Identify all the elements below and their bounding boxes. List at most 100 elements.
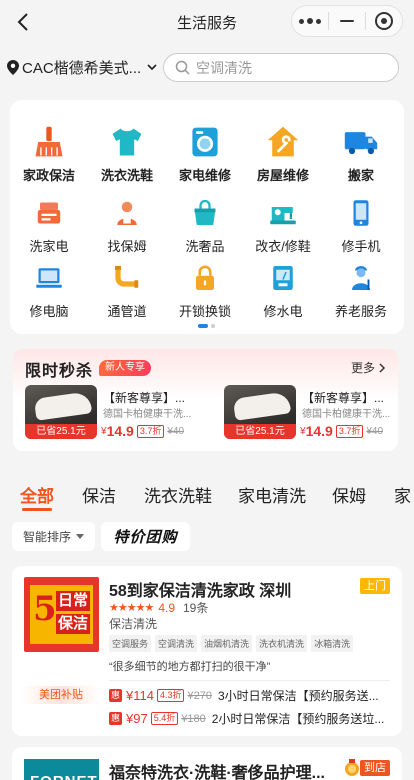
category-housekeeping[interactable]: 家政保洁: [10, 122, 88, 184]
pipe-icon: [107, 258, 147, 298]
mini-program-capsule: [291, 5, 403, 37]
luxury-bag-icon: [185, 193, 225, 233]
flash-deal-card[interactable]: 已省25.1元 【新客尊享】... 德国卡柏健康干洗... ¥ 14.9 3.7…: [224, 385, 404, 445]
close-program-button[interactable]: [366, 6, 402, 36]
saved-amount: 已省25.1元: [25, 424, 97, 439]
shop-card[interactable]: FORNET 福奈特洗衣·洗鞋·奢侈品护理... 到店: [12, 747, 402, 780]
category-label: 开锁换锁: [178, 304, 231, 319]
category-label: 找保姆: [107, 239, 147, 254]
location-pin-icon: [7, 60, 19, 75]
deal-title: 2小时日常保洁【预约服务送垃...: [211, 712, 385, 726]
location-selector[interactable]: CAC楷德希美式...: [7, 57, 160, 78]
tab-cleaning[interactable]: 保洁: [82, 482, 116, 507]
search-input[interactable]: 空调清洗: [163, 53, 399, 82]
caret-down-icon: [76, 534, 84, 539]
appliance-clean-icon: [29, 193, 69, 233]
category-label: 改衣/修鞋: [255, 239, 311, 254]
sort-label: 智能排序: [22, 530, 71, 544]
flash-sale-section: 限时秒杀 新人专享 更多 已省25.1元 【新客尊享】... 德国卡柏健康干洗.…: [13, 349, 398, 451]
door-service-tag: 上门: [360, 578, 390, 594]
category-tailor[interactable]: 改衣/修鞋: [244, 193, 322, 255]
shop-deal-row[interactable]: 惠 ¥114 4.3折 ¥270 3小时日常保洁【预约服务送...: [109, 687, 379, 704]
flash-sale-more-link[interactable]: 更多: [351, 359, 386, 376]
shop-logo: 5 日常 保洁: [24, 577, 99, 652]
category-label: 修水电: [263, 304, 303, 319]
category-tabs: 全部 保洁 洗衣洗鞋 家电清洗 保姆 家: [0, 478, 414, 514]
shop-deal-row[interactable]: 惠 ¥97 5.4折 ¥180 2小时日常保洁【预约服务送垃...: [109, 710, 384, 727]
category-label: 修电脑: [29, 304, 69, 319]
chevron-down-icon: [147, 64, 157, 71]
shop-rating: ★★★★★ 4.9 19条: [109, 599, 208, 616]
category-pipe-unclog[interactable]: 通管道: [88, 258, 166, 320]
category-label: 洗奢品: [185, 239, 225, 254]
group-buy-filter[interactable]: 特价团购: [101, 522, 190, 551]
shop-card[interactable]: 5 日常 保洁 58到家保洁清洗家政 深圳 上门 ★★★★★ 4.9 19条 保…: [12, 566, 402, 736]
deal-subtitle: 德国卡柏健康干洗...: [103, 409, 192, 420]
shop-category: 保洁清洗: [109, 617, 158, 631]
deal-thumbnail: 已省25.1元: [224, 385, 296, 439]
deal-subtitle: 德国卡柏健康干洗...: [302, 409, 391, 420]
category-phone-repair[interactable]: 修手机: [322, 193, 400, 255]
lock-icon: [185, 258, 225, 298]
tab-laundry[interactable]: 洗衣洗鞋: [144, 482, 212, 507]
category-nanny[interactable]: 找保姆: [88, 193, 166, 255]
tab-all[interactable]: 全部: [20, 482, 54, 507]
search-placeholder: 空调清洗: [196, 59, 252, 76]
deal-price: 14.9: [106, 423, 134, 439]
new-user-badge: 新人专享: [99, 360, 151, 376]
discount-badge: 惠: [109, 712, 122, 725]
deal-title: 3小时日常保洁【预约服务送...: [217, 689, 379, 703]
in-store-tag: 到店: [360, 760, 390, 776]
category-label: 搬家: [347, 168, 374, 183]
phone-icon: [341, 193, 381, 233]
saved-amount: 已省25.1元: [224, 424, 296, 439]
shop-name: 福奈特洗衣·洗鞋·奢侈品护理...: [109, 765, 325, 780]
active-tab-indicator: [22, 508, 52, 511]
category-locksmith[interactable]: 开锁换锁: [166, 258, 244, 320]
flash-deal-card[interactable]: 已省25.1元 【新客尊享】... 德国卡柏健康干洗... ¥ 14.9 3.7…: [25, 385, 205, 445]
service-chip: 冰箱清洗: [311, 635, 354, 652]
target-icon: [375, 12, 393, 30]
deal-name: 【新客尊享】...: [302, 391, 385, 405]
category-moving[interactable]: 搬家: [322, 122, 400, 184]
category-label: 通管道: [107, 304, 147, 319]
category-appliance-repair[interactable]: 家电维修: [166, 122, 244, 184]
review-count: 19条: [183, 601, 209, 615]
discount-tag: 4.3折: [156, 689, 185, 702]
rating-value: 4.9: [158, 600, 175, 615]
category-label: 家电维修: [178, 168, 231, 183]
original-price: ¥180: [181, 712, 206, 725]
category-plumbing-electric[interactable]: 修水电: [244, 258, 322, 320]
truck-icon: [341, 122, 381, 162]
meter-icon: [263, 258, 303, 298]
tab-nanny[interactable]: 保姆: [332, 482, 366, 507]
tab-more[interactable]: 家: [394, 482, 411, 507]
sort-dropdown[interactable]: 智能排序: [12, 522, 95, 551]
computer-icon: [29, 258, 69, 298]
minimize-button[interactable]: [329, 6, 365, 36]
discount-tag: 5.4折: [150, 712, 179, 725]
logo-text: 日常: [56, 591, 90, 611]
category-label: 修手机: [341, 239, 381, 254]
more-dots-icon: [299, 18, 321, 24]
category-grid: 家政保洁 洗衣洗鞋 家电维修 房屋维修 搬家 洗家电 找保姆 洗奢品 改衣/修鞋…: [10, 100, 404, 334]
more-label: 更多: [350, 361, 375, 375]
category-laundry[interactable]: 洗衣洗鞋: [88, 122, 166, 184]
deal-price: ¥114: [126, 688, 154, 703]
deal-thumbnail: 已省25.1元: [25, 385, 97, 439]
category-luxury-clean[interactable]: 洗奢品: [166, 193, 244, 255]
category-appliance-clean[interactable]: 洗家电: [10, 193, 88, 255]
search-icon: [175, 60, 190, 75]
discount-tag: 3.7折: [335, 424, 364, 438]
deal-name: 【新客尊享】...: [103, 391, 186, 405]
tab-appliance-clean[interactable]: 家电清洗: [238, 482, 306, 507]
category-house-repair[interactable]: 房屋维修: [244, 122, 322, 184]
more-menu-button[interactable]: [292, 6, 328, 36]
category-page-indicator: [198, 324, 215, 328]
service-chip: 空调服务: [109, 635, 152, 652]
shop-logo: FORNET: [24, 759, 99, 780]
category-computer-repair[interactable]: 修电脑: [10, 258, 88, 320]
logo-number: 5: [33, 589, 57, 629]
flash-sale-title: 限时秒杀: [25, 363, 94, 380]
category-elderly-care[interactable]: 养老服务: [322, 258, 400, 320]
